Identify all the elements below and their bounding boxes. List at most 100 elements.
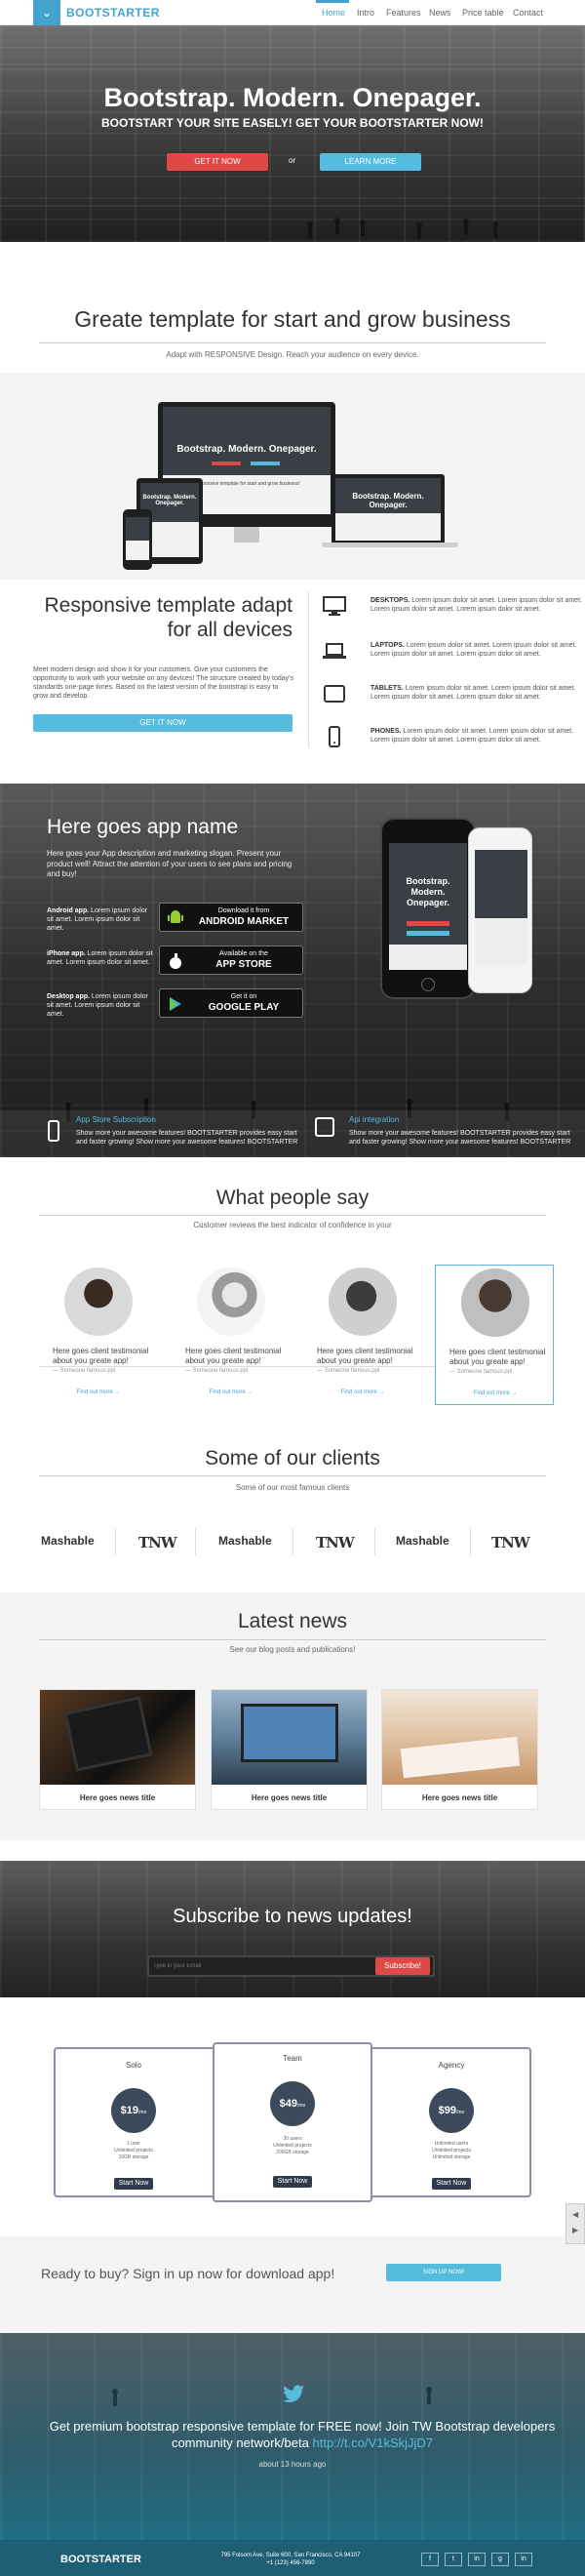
start-now-button[interactable]: Start Now (432, 2178, 471, 2190)
linkedin-icon-2[interactable]: in (515, 2553, 532, 2566)
start-now-button[interactable]: Start Now (114, 2178, 153, 2190)
app-store-button[interactable]: Available on the APP STORE (159, 946, 303, 975)
plan-price-badge: $99/mo (429, 2088, 474, 2133)
android-market-button[interactable]: Download it from ANDROID MARKET (159, 903, 303, 932)
desktop-app-text: Desktop app. Lorem ipsum dolor sit amet.… (47, 992, 154, 1019)
cta-band (0, 2236, 585, 2334)
clients-separator (292, 1528, 293, 1555)
tweet-body: Get premium bootstrap responsive templat… (49, 2419, 556, 2450)
monitor-stand (234, 527, 259, 543)
footer-address: 795 Folsom Ave, Suite 600, San Francisco… (220, 2553, 361, 2558)
logo-chevron-icon[interactable]: ⌄ (33, 0, 60, 25)
testimonial-card-active[interactable]: Here goes client testimonial about you g… (435, 1265, 554, 1405)
avatar (197, 1268, 265, 1336)
iphone-white-image (468, 827, 532, 993)
android-app-label: Android app. (47, 907, 90, 914)
laptop-screen-title: Bootstrap. Modern. Onepager. (352, 492, 424, 509)
plan-name: Agency (438, 2061, 465, 2070)
hero-or-label: or (289, 156, 296, 165)
tablet-screen-title: Bootstrap. Modern. Onepager. (142, 495, 197, 506)
news-card[interactable]: Here goes news title (211, 1689, 368, 1810)
features-divider (308, 591, 309, 747)
footer-brand[interactable]: BOOTSTARTER (60, 2554, 141, 2565)
google-play-button[interactable]: Get it on GOOGLE PLAY (159, 988, 303, 1018)
tablet-icon (324, 685, 345, 703)
news-title: Here goes news title (79, 1793, 156, 1802)
side-tab-widget[interactable]: ◀ ▶ (566, 2203, 585, 2244)
news-card[interactable]: Here goes news title (39, 1689, 196, 1810)
feature-tablets-name: TABLETS. (370, 685, 404, 692)
sign-up-now-button[interactable]: SIGN UP NOW! (386, 2264, 501, 2281)
plan-feature: 1 user (127, 2141, 140, 2147)
nav-item-contact[interactable]: Contact (513, 8, 543, 18)
news-image-tablet (40, 1690, 195, 1785)
app-description: Here goes your App description and marke… (47, 849, 292, 878)
divider (39, 1639, 546, 1640)
desktop-app-label: Desktop app. (47, 993, 90, 1000)
iphone-screen-button (407, 921, 449, 926)
plan-feature: Unlimited projects (114, 2148, 153, 2153)
android-market-line2: ANDROID MARKET (198, 916, 290, 927)
learn-more-button[interactable]: LEARN MORE (320, 153, 421, 171)
client-logo-mashable: Mashable (396, 1534, 449, 1548)
feature-phones-text: Lorem ipsum dolor sit amet. Lorem ipsum … (370, 728, 574, 744)
plan-solo: Solo $19/mo 1 user Unlimited projects 10… (56, 2051, 212, 2194)
testimonial-author: — Someone famous.ppl (185, 1368, 249, 1374)
find-out-more-link[interactable]: Find out more → (303, 1389, 422, 1395)
app-store-line2: APP STORE (215, 959, 272, 970)
feature-laptops: LAPTOPS. Lorem ipsum dolor sit amet. Lor… (370, 641, 585, 659)
find-out-more-link[interactable]: Find out more → (172, 1389, 291, 1395)
android-market-line1: Download it from (217, 907, 270, 914)
phone-image (123, 509, 152, 570)
testimonial-quote: Here goes client testimonial about you g… (449, 1348, 546, 1366)
paper-photo-shape (400, 1736, 521, 1779)
nav-item-news[interactable]: News (429, 8, 451, 18)
clients-separator (195, 1528, 196, 1555)
feature-desktops: DESKTOPS. Lorem ipsum dolor sit amet. Lo… (370, 596, 585, 614)
plan-feature: Unlimited storage (432, 2154, 471, 2160)
tweet-text: Get premium bootstrap responsive templat… (49, 2418, 556, 2451)
news-card[interactable]: Here goes news title (381, 1689, 538, 1810)
clients-separator (115, 1528, 116, 1555)
get-it-now-button[interactable]: GET IT NOW (167, 153, 268, 171)
iphone-app-label: iPhone app. (47, 950, 86, 957)
find-out-more-link[interactable]: Find out more → (436, 1390, 555, 1396)
news-image-writing (382, 1690, 537, 1785)
desktop-icon (323, 596, 346, 616)
monitor-screen-title: Bootstrap. Modern. Onepager. (176, 444, 317, 455)
news-title: Latest news (237, 1610, 348, 1632)
google-plus-icon[interactable]: g (491, 2553, 509, 2566)
testimonials-subtitle: Customer reviews the best indicator of c… (193, 1221, 392, 1229)
subscribe-button[interactable]: Subscribe! (375, 1957, 430, 1975)
plan-name: Team (283, 2054, 302, 2063)
clients-separator (470, 1528, 471, 1555)
start-now-button[interactable]: Start Now (273, 2176, 312, 2188)
get-it-now-button-2[interactable]: GET IT NOW (33, 714, 292, 732)
avatar (64, 1268, 133, 1336)
plan-agency: Agency $99/mo Unlimited users Unlimited … (373, 2051, 529, 2194)
home-button-icon (421, 978, 435, 991)
hero-subtitle: BOOTSTART YOUR SITE EASELY! GET YOUR BOO… (100, 116, 485, 130)
nav-item-intro[interactable]: Intro (357, 8, 374, 18)
google-play-icon (170, 997, 181, 1011)
find-out-more-link[interactable]: Find out more → (39, 1389, 158, 1395)
nav-item-features[interactable]: Features (386, 8, 421, 18)
divider (39, 342, 546, 343)
linkedin-icon[interactable]: in (468, 2553, 486, 2566)
plan-features: Unlimited users Unlimited projects Unlim… (373, 2141, 529, 2161)
nav-item-price-table[interactable]: Price table (462, 8, 504, 18)
email-input[interactable] (153, 1958, 371, 1974)
plan-features: 30 users Unlimited projects 200GB storag… (214, 2136, 370, 2156)
brand-logo[interactable]: BOOTSTARTER (66, 6, 160, 20)
android-app-text: Android app. Lorem ipsum dolor sit amet.… (47, 906, 154, 933)
plan-team: Team $49/mo 30 users Unlimited projects … (213, 2042, 372, 2202)
google-play-line1: Get it on (230, 993, 257, 1000)
twitter-icon[interactable]: t (445, 2553, 462, 2566)
facebook-icon[interactable]: f (421, 2553, 439, 2566)
feature-tablets: TABLETS. Lorem ipsum dolor sit amet. Lor… (370, 684, 585, 702)
news-image-laptop (212, 1690, 367, 1785)
nav-item-home[interactable]: Home (322, 8, 345, 18)
tweet-link[interactable]: http://t.co/V1kSkjJjD7 (312, 2435, 433, 2450)
tablet-icon (315, 1117, 334, 1137)
news-subtitle: See our blog posts and publications! (229, 1645, 356, 1654)
